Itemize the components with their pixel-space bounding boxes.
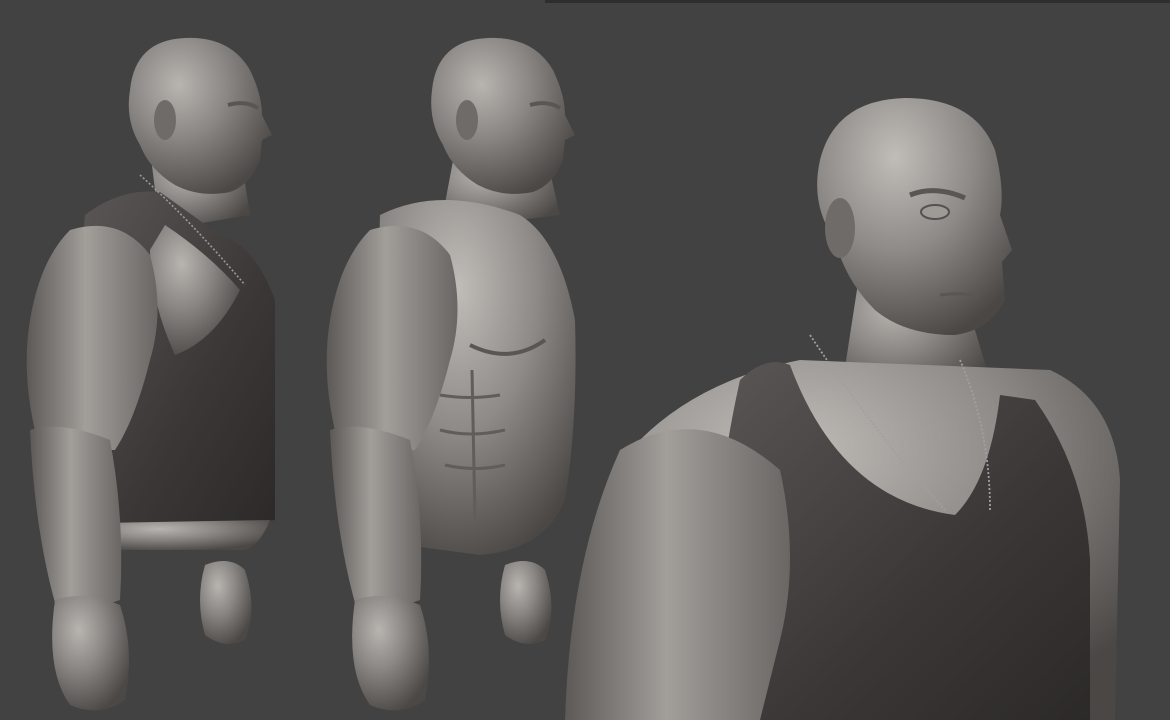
sculpt-viewport bbox=[0, 0, 1170, 720]
three-quarter-closeup-with-tank-top bbox=[565, 98, 1120, 720]
side-view-bare-torso bbox=[326, 37, 576, 711]
side-view-with-tank-top bbox=[26, 37, 275, 711]
sculpt-render bbox=[26, 37, 1120, 720]
